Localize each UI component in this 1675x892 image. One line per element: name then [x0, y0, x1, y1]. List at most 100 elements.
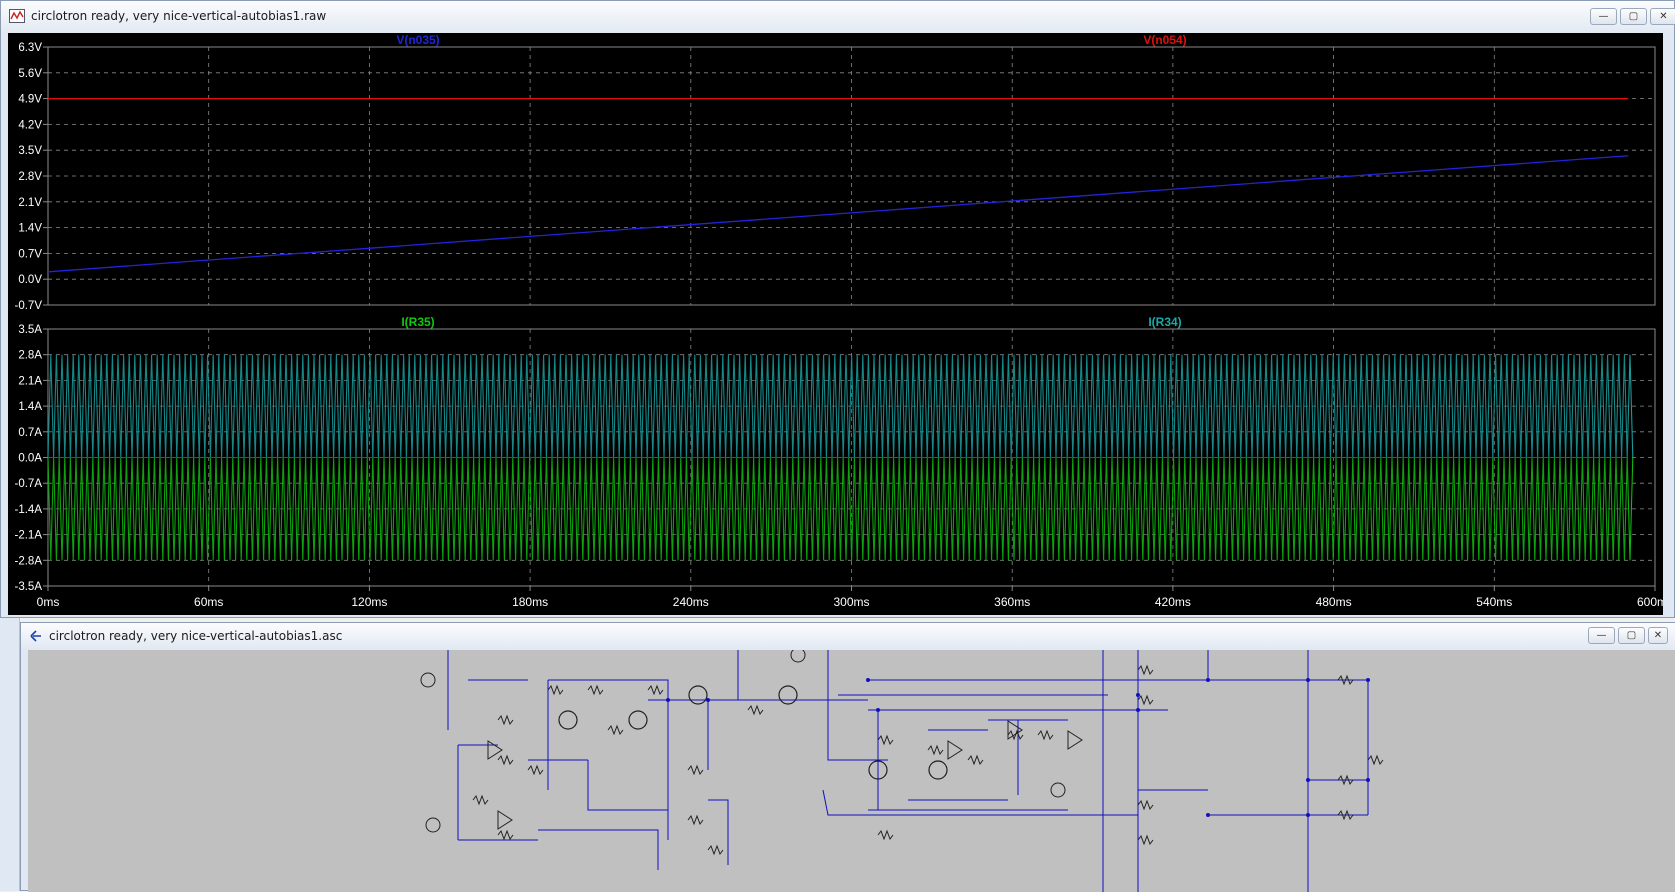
minimize-button[interactable]: — [1588, 627, 1615, 644]
y-tick-label: -0.7V [15, 300, 43, 312]
legend-i-r34-: I(R34) [1148, 315, 1181, 329]
y-tick-label: 0.7V [18, 248, 42, 260]
x-tick-label: 300ms [833, 595, 869, 609]
schematic-drawing[interactable] [28, 650, 1675, 892]
source-symbol [790, 650, 806, 663]
transistor-symbol [558, 710, 578, 730]
wire-junction [876, 708, 880, 712]
trace-shade [48, 354, 1629, 458]
x-tick-label: 180ms [512, 595, 548, 609]
legend-v-n035-: V(n035) [396, 33, 439, 47]
transistor-symbol [778, 685, 798, 705]
opamp-symbol [497, 810, 513, 830]
wire-junction [1366, 778, 1370, 782]
y-tick-label: 2.1V [18, 197, 42, 209]
wire-junction [666, 698, 670, 702]
resistor-symbol [547, 684, 564, 696]
y-tick-label: 2.1A [18, 375, 42, 387]
opamp-symbol [1067, 730, 1083, 750]
waveform-plot-area[interactable]: 6.3V 5.6V 4.9V 4.2V 3.5V 2.8V 2.1V 1.4V 0.7V 0.0V… [8, 33, 1663, 615]
resistor-symbol [1137, 834, 1154, 846]
resistor-symbol [1137, 799, 1154, 811]
y-tick-label: 3.5A [18, 324, 42, 336]
resistor-symbol [607, 724, 624, 736]
schematic-app-icon [30, 630, 41, 642]
schematic-wire [587, 760, 668, 811]
schematic-canvas[interactable] [28, 650, 1675, 892]
y-tick-label: 1.4V [18, 223, 42, 235]
y-tick-label: 2.8A [18, 350, 42, 362]
resistor-symbol [687, 764, 704, 776]
resistor-symbol [1037, 729, 1054, 741]
schematic-wire [827, 650, 888, 761]
y-tick-label: 4.2V [18, 119, 42, 131]
waveform-window: circlotron ready, very nice-vertical-aut… [0, 0, 1675, 618]
close-button[interactable]: ✕ [1650, 8, 1675, 25]
y-tick-label: -0.7A [15, 478, 43, 490]
y-tick-label: 3.5V [18, 145, 42, 157]
y-tick-label: 0.7A [18, 427, 42, 439]
resistor-symbol [877, 829, 894, 841]
resistor-symbol [707, 844, 724, 856]
resistor-symbol [527, 764, 544, 776]
waveform-app-icon [9, 9, 25, 23]
maximize-button[interactable]: ▢ [1618, 627, 1645, 644]
wire-junction [1366, 678, 1370, 682]
schematic-wire [538, 829, 659, 870]
y-tick-label: 4.9V [18, 94, 42, 106]
source-symbol [1050, 782, 1066, 798]
trace-shade [48, 457, 1629, 561]
y-tick-label: -3.5A [15, 581, 43, 593]
y-tick-label: -2.8A [15, 555, 43, 567]
schematic-titlebar[interactable]: circlotron ready, very nice-vertical-aut… [21, 623, 1675, 649]
wire-junction [1306, 778, 1310, 782]
x-tick-label: 120ms [351, 595, 387, 609]
schematic-window: circlotron ready, very nice-vertical-aut… [20, 622, 1675, 892]
legend-v-n054-: V(n054) [1143, 33, 1186, 47]
resistor-symbol [497, 714, 514, 726]
wire-junction [1136, 708, 1140, 712]
y-tick-label: 6.3V [18, 42, 42, 54]
x-tick-label: 60ms [194, 595, 223, 609]
schematic-wire [548, 679, 669, 790]
maximize-button[interactable]: ▢ [1620, 8, 1647, 25]
wire-junction [1206, 678, 1210, 682]
transistor-symbol [688, 685, 708, 705]
y-tick-label: 0.0A [18, 453, 42, 465]
wire-junction [1206, 813, 1210, 817]
y-tick-label: 2.8V [18, 171, 42, 183]
opamp-symbol [487, 740, 503, 760]
resistor-symbol [497, 754, 514, 766]
source-symbol [420, 672, 436, 688]
y-tick-label: -1.4A [15, 504, 43, 516]
y-tick-label: -2.1A [15, 530, 43, 542]
x-tick-label: 240ms [673, 595, 709, 609]
x-tick-label: 480ms [1316, 595, 1352, 609]
schematic-wire [708, 799, 729, 865]
waveform-plot[interactable]: 6.3V 5.6V 4.9V 4.2V 3.5V 2.8V 2.1V 1.4V 0.7V 0.0V… [8, 33, 1664, 615]
x-tick-label: 600ms [1637, 595, 1663, 609]
resistor-symbol [687, 814, 704, 826]
schematic-window-title: circlotron ready, very nice-vertical-aut… [49, 629, 343, 643]
resistor-symbol [1137, 664, 1154, 676]
transistor-symbol [628, 710, 648, 730]
resistor-symbol [1367, 754, 1384, 766]
minimize-button[interactable]: — [1590, 8, 1617, 25]
resistor-symbol [967, 754, 984, 766]
close-button[interactable]: ✕ [1648, 627, 1668, 644]
resistor-symbol [927, 744, 944, 756]
wire-junction [1306, 678, 1310, 682]
resistor-symbol [877, 734, 894, 746]
resistor-symbol [747, 704, 764, 716]
waveform-titlebar[interactable]: circlotron ready, very nice-vertical-aut… [1, 1, 1675, 33]
legend-i-r35-: I(R35) [401, 315, 434, 329]
wire-junction [1136, 693, 1140, 697]
resistor-symbol [587, 684, 604, 696]
background-window-edge [0, 618, 20, 891]
resistor-symbol [472, 794, 489, 806]
x-tick-label: 360ms [994, 595, 1030, 609]
source-symbol [425, 817, 441, 833]
y-tick-label: 1.4A [18, 401, 42, 413]
resistor-symbol [1137, 694, 1154, 706]
resistor-symbol [647, 684, 664, 696]
